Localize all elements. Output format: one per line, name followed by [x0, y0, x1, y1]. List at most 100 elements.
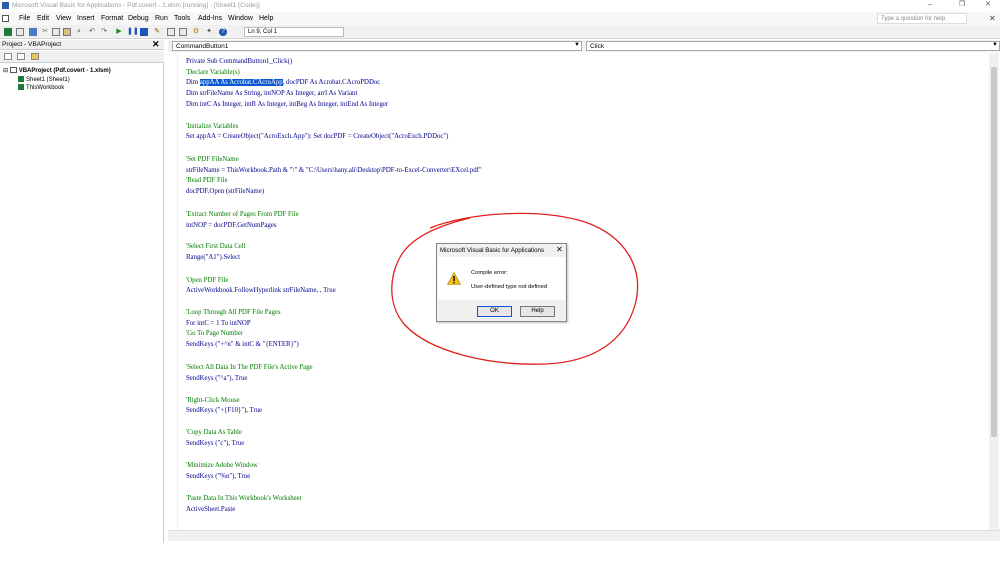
- horizontal-scrollbar[interactable]: [168, 530, 1000, 541]
- code-line[interactable]: SendKeys ("^a"), True: [186, 375, 247, 382]
- code-line[interactable]: SendKeys ("%n"), True: [186, 473, 250, 480]
- code-window-icon[interactable]: [2, 15, 9, 22]
- menu-window[interactable]: Window: [228, 15, 253, 22]
- code-line[interactable]: strFileName = ThisWorkbook.Path & "\" & …: [186, 167, 482, 174]
- chevron-down-icon[interactable]: ▼: [574, 42, 580, 48]
- design-mode-icon[interactable]: ✎: [153, 28, 161, 36]
- menu-debug[interactable]: Debug: [128, 15, 149, 22]
- title-bar: Microsoft Visual Basic for Applications …: [0, 0, 1000, 12]
- chevron-down-icon[interactable]: ▼: [992, 42, 998, 48]
- code-line[interactable]: Dim strFileName As String, intNOP As Int…: [186, 90, 357, 97]
- vertical-scrollbar[interactable]: [989, 53, 999, 530]
- object-dropdown[interactable]: CommandButton1 ▼: [172, 41, 582, 51]
- code-line[interactable]: For intC = 1 To intNOP: [186, 320, 251, 327]
- code-line[interactable]: 'Right-Click Mouse: [186, 397, 240, 404]
- undo-icon[interactable]: ↶: [88, 28, 96, 36]
- scrollbar-thumb[interactable]: [991, 67, 997, 437]
- code-line[interactable]: 'Read PDF File: [186, 177, 228, 184]
- menu-edit[interactable]: Edit: [37, 15, 49, 22]
- tree-node-thisworkbook[interactable]: ThisWorkbook: [18, 84, 64, 91]
- code-line[interactable]: intNOP = docPDF.GetNumPages: [186, 222, 276, 229]
- code-line[interactable]: 'Open PDF File: [186, 277, 228, 284]
- copy-icon[interactable]: [52, 28, 60, 36]
- code-line[interactable]: Dim intC As Integer, intR As Integer, in…: [186, 101, 388, 108]
- menu-add-ins[interactable]: Add-Ins: [198, 15, 222, 22]
- close-code-window-button[interactable]: ✕: [989, 14, 996, 23]
- code-line[interactable]: 'Extract Number of Pages From PDF File: [186, 211, 299, 218]
- help-search-input[interactable]: Type a question for help: [877, 13, 967, 24]
- insert-userform-icon[interactable]: [16, 28, 24, 36]
- code-token: , docPDF As Acrobat.CAcroPDDoc: [282, 79, 381, 86]
- workbook-icon: [18, 84, 24, 90]
- code-line[interactable]: 'Initialize Variables: [186, 123, 238, 130]
- menu-help[interactable]: Help: [259, 15, 273, 22]
- code-line[interactable]: 'Select First Data Cell: [186, 243, 246, 250]
- view-code-icon[interactable]: [4, 53, 12, 60]
- find-icon[interactable]: ⌕: [75, 28, 83, 36]
- reset-icon[interactable]: [140, 28, 148, 36]
- menu-file[interactable]: File: [19, 15, 30, 22]
- dialog-title: Microsoft Visual Basic for Applications: [440, 247, 545, 254]
- minimize-button[interactable]: –: [916, 0, 944, 10]
- tree-node-vbaproject[interactable]: ⊟ VBAProject (Pdf.covert - 1.xlsm): [3, 67, 111, 74]
- close-window-button[interactable]: ✕: [974, 0, 1000, 10]
- warning-icon: [447, 272, 461, 285]
- view-object-icon[interactable]: [17, 53, 25, 60]
- code-line[interactable]: Private Sub CommandButton1_Click(): [186, 58, 292, 65]
- menu-view[interactable]: View: [56, 15, 71, 22]
- code-line[interactable]: 'Minimize Adobe Window: [186, 462, 258, 469]
- object-browser-icon[interactable]: ⚙: [192, 28, 200, 36]
- toolbox-icon[interactable]: ✦: [205, 28, 213, 36]
- code-line[interactable]: 'Copy Data As Table: [186, 429, 242, 436]
- code-line[interactable]: ActiveWorkbook.FollowHyperlink strFileNa…: [186, 287, 336, 294]
- menu-insert[interactable]: Insert: [77, 15, 95, 22]
- standard-toolbar: ✂ ⌕ ↶ ↷ ▶ ❚❚ ✎ ⚙ ✦ ? Ln 9, Col 1: [0, 25, 1000, 39]
- code-line[interactable]: Dim appAA As Acrobat.CAcroApp, docPDF As…: [186, 79, 380, 86]
- run-icon[interactable]: ▶: [115, 28, 123, 36]
- cut-icon[interactable]: ✂: [41, 28, 49, 36]
- project-explorer-icon[interactable]: [167, 28, 175, 36]
- restore-button[interactable]: ❐: [948, 0, 976, 10]
- dialog-message: User-defined type not defined: [471, 284, 548, 290]
- project-explorer-header: Project - VBAProject ✕: [0, 39, 164, 50]
- menu-format[interactable]: Format: [101, 15, 123, 22]
- break-icon[interactable]: ❚❚: [127, 28, 139, 36]
- object-dropdown-value: CommandButton1: [176, 43, 229, 50]
- procedure-dropdown[interactable]: Click ▼: [586, 41, 1000, 51]
- help-icon[interactable]: ?: [219, 28, 227, 36]
- dialog-close-button[interactable]: ✕: [556, 245, 563, 254]
- toggle-folders-icon[interactable]: [31, 53, 39, 60]
- view-excel-icon[interactable]: [4, 28, 12, 36]
- tree-node-sheet1-label: Sheet1 (Sheet1): [26, 77, 70, 83]
- collapse-icon[interactable]: ⊟: [3, 68, 8, 74]
- ok-button[interactable]: OK: [477, 306, 512, 317]
- code-line[interactable]: 'Paste Data In This Workbook's Worksheet: [186, 495, 302, 502]
- project-tree: ⊟ VBAProject (Pdf.covert - 1.xlsm) Sheet…: [0, 63, 164, 543]
- code-line[interactable]: SendKeys ("c"), True: [186, 440, 244, 447]
- code-line[interactable]: 'Loop Through All PDF File Pages: [186, 309, 281, 316]
- save-icon[interactable]: [29, 28, 37, 36]
- code-line[interactable]: docPDF.Open (strFileName): [186, 188, 264, 195]
- menu-run[interactable]: Run: [155, 15, 168, 22]
- code-line[interactable]: 'Declare Variable(s): [186, 69, 240, 76]
- redo-icon[interactable]: ↷: [100, 28, 108, 36]
- help-button[interactable]: Help: [520, 306, 555, 317]
- close-project-explorer-button[interactable]: ✕: [152, 39, 160, 50]
- code-line[interactable]: Range("A1").Select: [186, 254, 240, 261]
- code-line[interactable]: 'Go To Page Number: [186, 330, 243, 337]
- taskbar-edge: [0, 543, 1000, 563]
- code-line[interactable]: 'Set PDF FileName: [186, 156, 239, 163]
- menu-tools[interactable]: Tools: [174, 15, 190, 22]
- margin-indicator-bar[interactable]: [168, 53, 178, 530]
- code-line[interactable]: SendKeys ("+^n" & intC & "{ENTER}"): [186, 341, 299, 348]
- vba-app-icon: [2, 2, 9, 9]
- paste-icon[interactable]: [63, 28, 71, 36]
- tree-node-vbaproject-label: VBAProject (Pdf.covert - 1.xlsm): [18, 68, 111, 74]
- code-line[interactable]: ActiveSheet.Paste: [186, 506, 235, 513]
- properties-window-icon[interactable]: [179, 28, 187, 36]
- code-window-header: CommandButton1 ▼ Click ▼: [168, 40, 1000, 52]
- code-line[interactable]: Set appAA = CreateObject("AcroExch.App")…: [186, 133, 448, 140]
- tree-node-sheet1[interactable]: Sheet1 (Sheet1): [18, 76, 70, 83]
- code-line[interactable]: SendKeys ("+{F10}"), True: [186, 407, 262, 414]
- code-line[interactable]: 'Select All Data In The PDF File's Activ…: [186, 364, 313, 371]
